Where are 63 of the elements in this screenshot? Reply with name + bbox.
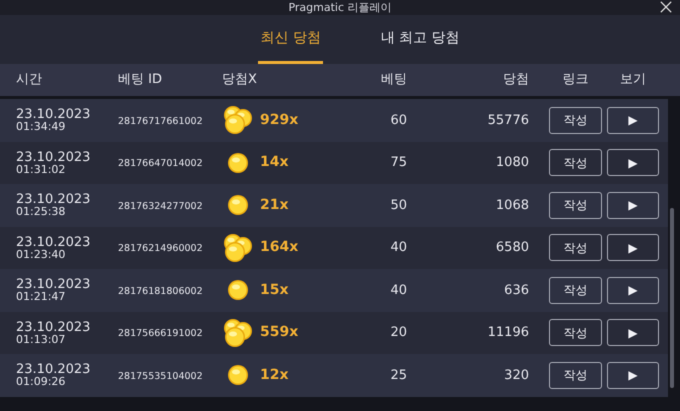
- timestamp: 23.10.2023 01:09:26: [16, 363, 92, 388]
- tab[interactable]: 내 최고 당첨: [378, 15, 462, 64]
- column-header: 당첨X: [222, 72, 257, 88]
- timestamp: 23.10.2023 01:25:38: [16, 193, 92, 218]
- create-link-button[interactable]: 작성: [549, 234, 602, 262]
- bet-amount: 75: [390, 155, 407, 170]
- create-link-button[interactable]: 작성: [549, 149, 602, 176]
- play-button[interactable]: ▶: [607, 362, 659, 389]
- play-button[interactable]: ▶: [607, 192, 659, 219]
- play-button[interactable]: ▶: [607, 319, 659, 346]
- multiplier: 15x: [260, 280, 289, 300]
- create-link-button[interactable]: 작성: [549, 192, 602, 219]
- column-header: 베팅 ID: [118, 72, 162, 88]
- bet-amount: 40: [390, 282, 407, 298]
- multiplier: 164x: [260, 238, 298, 258]
- play-button[interactable]: ▶: [607, 276, 659, 304]
- multiplier: 21x: [260, 196, 289, 215]
- win-amount: 1068: [496, 198, 529, 212]
- multiplier: 929x: [260, 110, 298, 130]
- play-button[interactable]: ▶: [607, 149, 659, 176]
- coin-pile-icon: [222, 105, 254, 136]
- bet-id: 28175535104002: [118, 370, 203, 382]
- bet-amount: 25: [390, 368, 407, 382]
- bet-amount: 50: [390, 198, 407, 212]
- column-header: 베팅: [381, 72, 407, 88]
- bet-id: 28175666191002: [118, 328, 203, 339]
- timestamp: 23.10.2023 01:13:07: [16, 320, 92, 345]
- play-button[interactable]: ▶: [607, 106, 659, 134]
- bet-id: 28176717661002: [118, 116, 203, 126]
- multiplier: 14x: [260, 153, 289, 172]
- bet-id: 28176214960002: [118, 243, 203, 254]
- win-amount: 55776: [488, 112, 529, 128]
- create-link-button[interactable]: 작성: [549, 276, 602, 304]
- play-button[interactable]: ▶: [607, 234, 659, 262]
- win-amount: 6580: [496, 240, 529, 255]
- bet-amount: 40: [390, 240, 407, 255]
- create-link-button[interactable]: 작성: [549, 362, 602, 389]
- close-icon[interactable]: [660, 1, 672, 13]
- win-amount: 636: [504, 282, 529, 298]
- column-header: 링크: [562, 72, 588, 88]
- column-header: 시간: [16, 72, 42, 88]
- win-amount: 1080: [496, 155, 529, 170]
- timestamp: 23.10.2023 01:34:49: [16, 108, 92, 132]
- win-amount: 320: [504, 368, 529, 382]
- bet-id: 28176181806002: [118, 286, 203, 296]
- bet-amount: 20: [390, 325, 407, 340]
- bet-id: 28176324277002: [118, 200, 203, 212]
- bet-amount: 60: [390, 112, 407, 128]
- create-link-button[interactable]: 작성: [549, 106, 602, 134]
- timestamp: 23.10.2023 01:31:02: [16, 150, 92, 175]
- multiplier: 559x: [260, 323, 298, 342]
- coin-pile-icon: [222, 232, 254, 263]
- timestamp: 23.10.2023 01:23:40: [16, 236, 92, 260]
- scrollbar[interactable]: [670, 208, 674, 388]
- window-title: Pragmatic 리플레이: [288, 1, 392, 14]
- timestamp: 23.10.2023 01:21:47: [16, 278, 92, 302]
- win-amount: 11196: [488, 325, 529, 340]
- create-link-button[interactable]: 작성: [549, 319, 602, 346]
- multiplier: 12x: [260, 366, 289, 385]
- column-header: 당첨: [503, 72, 529, 88]
- coin-pile-icon: [222, 318, 254, 348]
- bet-id: 28176647014002: [118, 158, 203, 169]
- column-header: 보기: [620, 72, 646, 88]
